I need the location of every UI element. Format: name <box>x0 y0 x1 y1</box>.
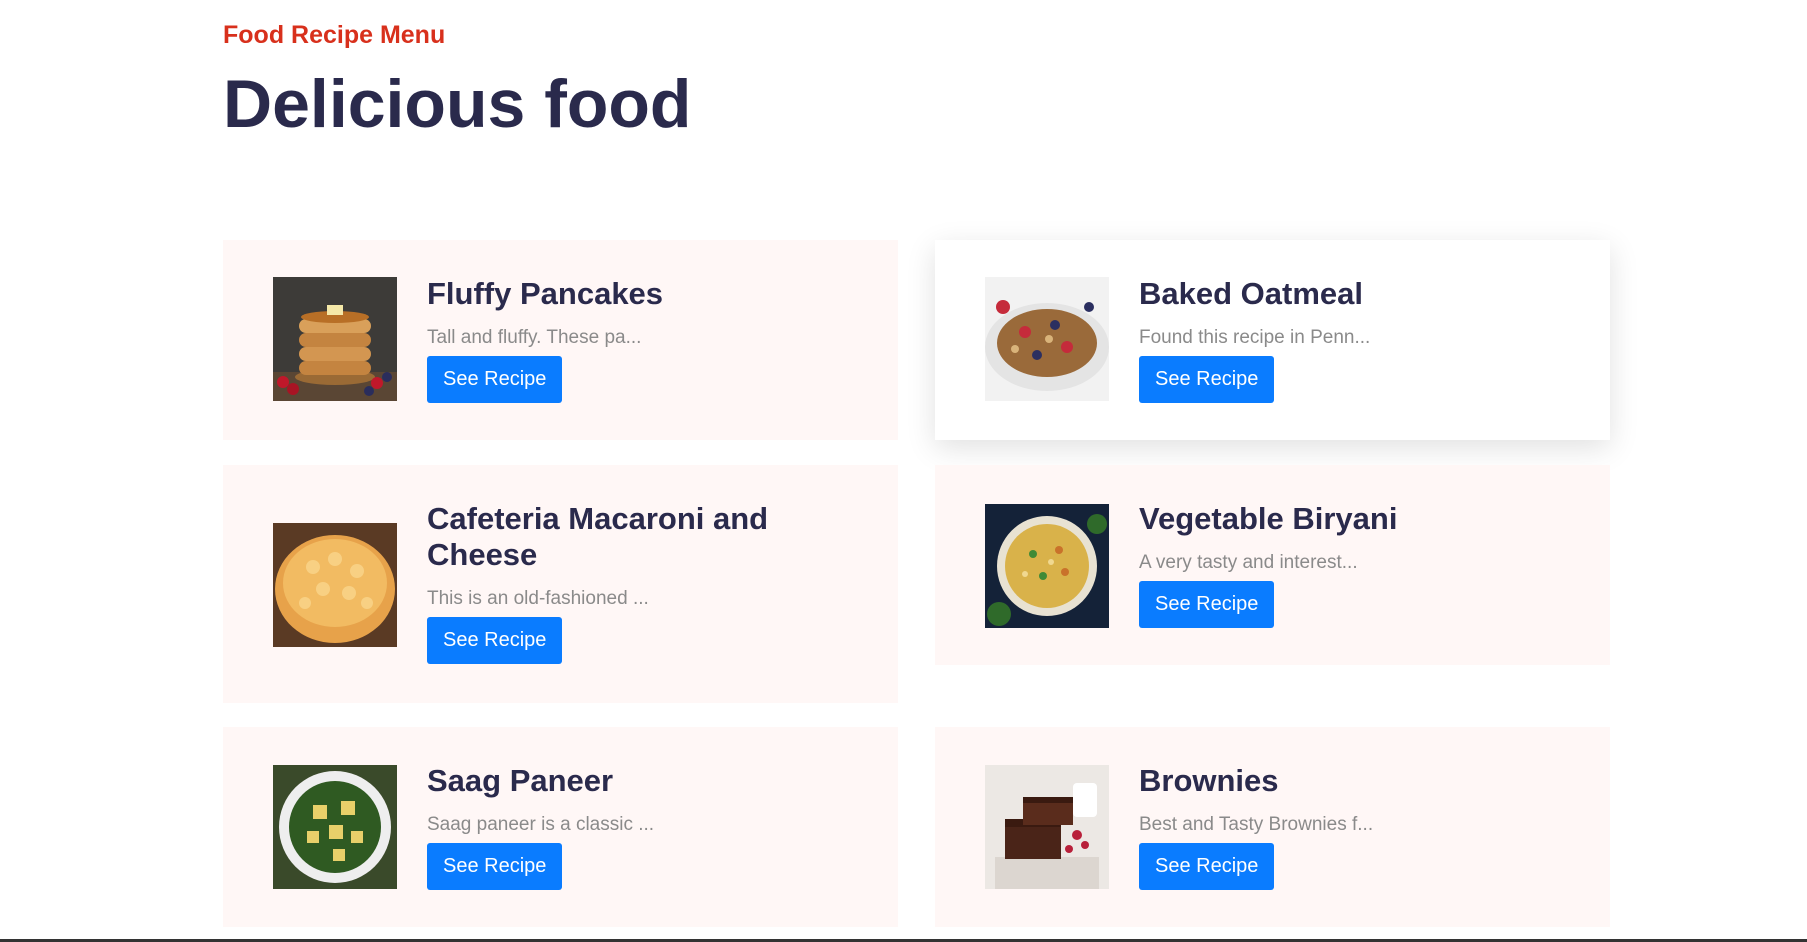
recipe-description: Found this recipe in Penn... <box>1139 327 1371 348</box>
recipe-info: Baked Oatmeal Found this recipe in Penn.… <box>1139 276 1519 403</box>
see-recipe-button[interactable]: See Recipe <box>1139 356 1275 403</box>
recipe-grid: Fluffy Pancakes Tall and fluffy. These p… <box>223 240 1610 930</box>
recipe-description: Saag paneer is a classic ... <box>427 814 655 835</box>
recipe-card: Fluffy Pancakes Tall and fluffy. These p… <box>223 240 898 440</box>
see-recipe-button[interactable]: See Recipe <box>1139 843 1275 890</box>
see-recipe-button[interactable]: See Recipe <box>427 356 563 403</box>
recipe-name: Cafeteria Macaroni and Cheese <box>427 501 769 572</box>
oatmeal-image <box>985 277 1109 401</box>
recipe-name: Saag Paneer <box>427 763 614 798</box>
recipe-info: Vegetable Biryani A very tasty and inter… <box>1139 501 1519 628</box>
recipe-name: Vegetable Biryani <box>1139 501 1398 536</box>
recipe-description: Tall and fluffy. These pa... <box>427 327 642 348</box>
recipe-name: Baked Oatmeal <box>1139 276 1363 311</box>
recipe-description: Best and Tasty Brownies f... <box>1139 814 1374 835</box>
page-subtitle: Food Recipe Menu <box>223 21 446 49</box>
recipe-card: Vegetable Biryani A very tasty and inter… <box>935 465 1610 665</box>
recipe-card: Saag Paneer Saag paneer is a classic ...… <box>223 727 898 927</box>
recipe-name: Brownies <box>1139 763 1279 798</box>
page-title: Delicious food <box>223 66 692 142</box>
recipe-info: Saag Paneer Saag paneer is a classic ...… <box>427 763 807 890</box>
recipe-card: Baked Oatmeal Found this recipe in Penn.… <box>935 240 1610 440</box>
pancakes-image <box>273 277 397 401</box>
recipe-info: Fluffy Pancakes Tall and fluffy. These p… <box>427 276 807 403</box>
see-recipe-button[interactable]: See Recipe <box>427 843 563 890</box>
recipe-description: This is an old-fashioned ... <box>427 588 649 609</box>
see-recipe-button[interactable]: See Recipe <box>427 617 563 664</box>
recipe-card: Brownies Best and Tasty Brownies f... Se… <box>935 727 1610 927</box>
recipe-name: Fluffy Pancakes <box>427 276 664 311</box>
recipe-info: Brownies Best and Tasty Brownies f... Se… <box>1139 763 1519 890</box>
saag-paneer-image <box>273 765 397 889</box>
see-recipe-button[interactable]: See Recipe <box>1139 581 1275 628</box>
recipe-card: Cafeteria Macaroni and Cheese This is an… <box>223 465 898 703</box>
macaroni-image <box>273 523 397 647</box>
recipe-info: Cafeteria Macaroni and Cheese This is an… <box>427 501 807 664</box>
brownies-image <box>985 765 1109 889</box>
biryani-image <box>985 504 1109 628</box>
recipe-description: A very tasty and interest... <box>1139 552 1358 573</box>
